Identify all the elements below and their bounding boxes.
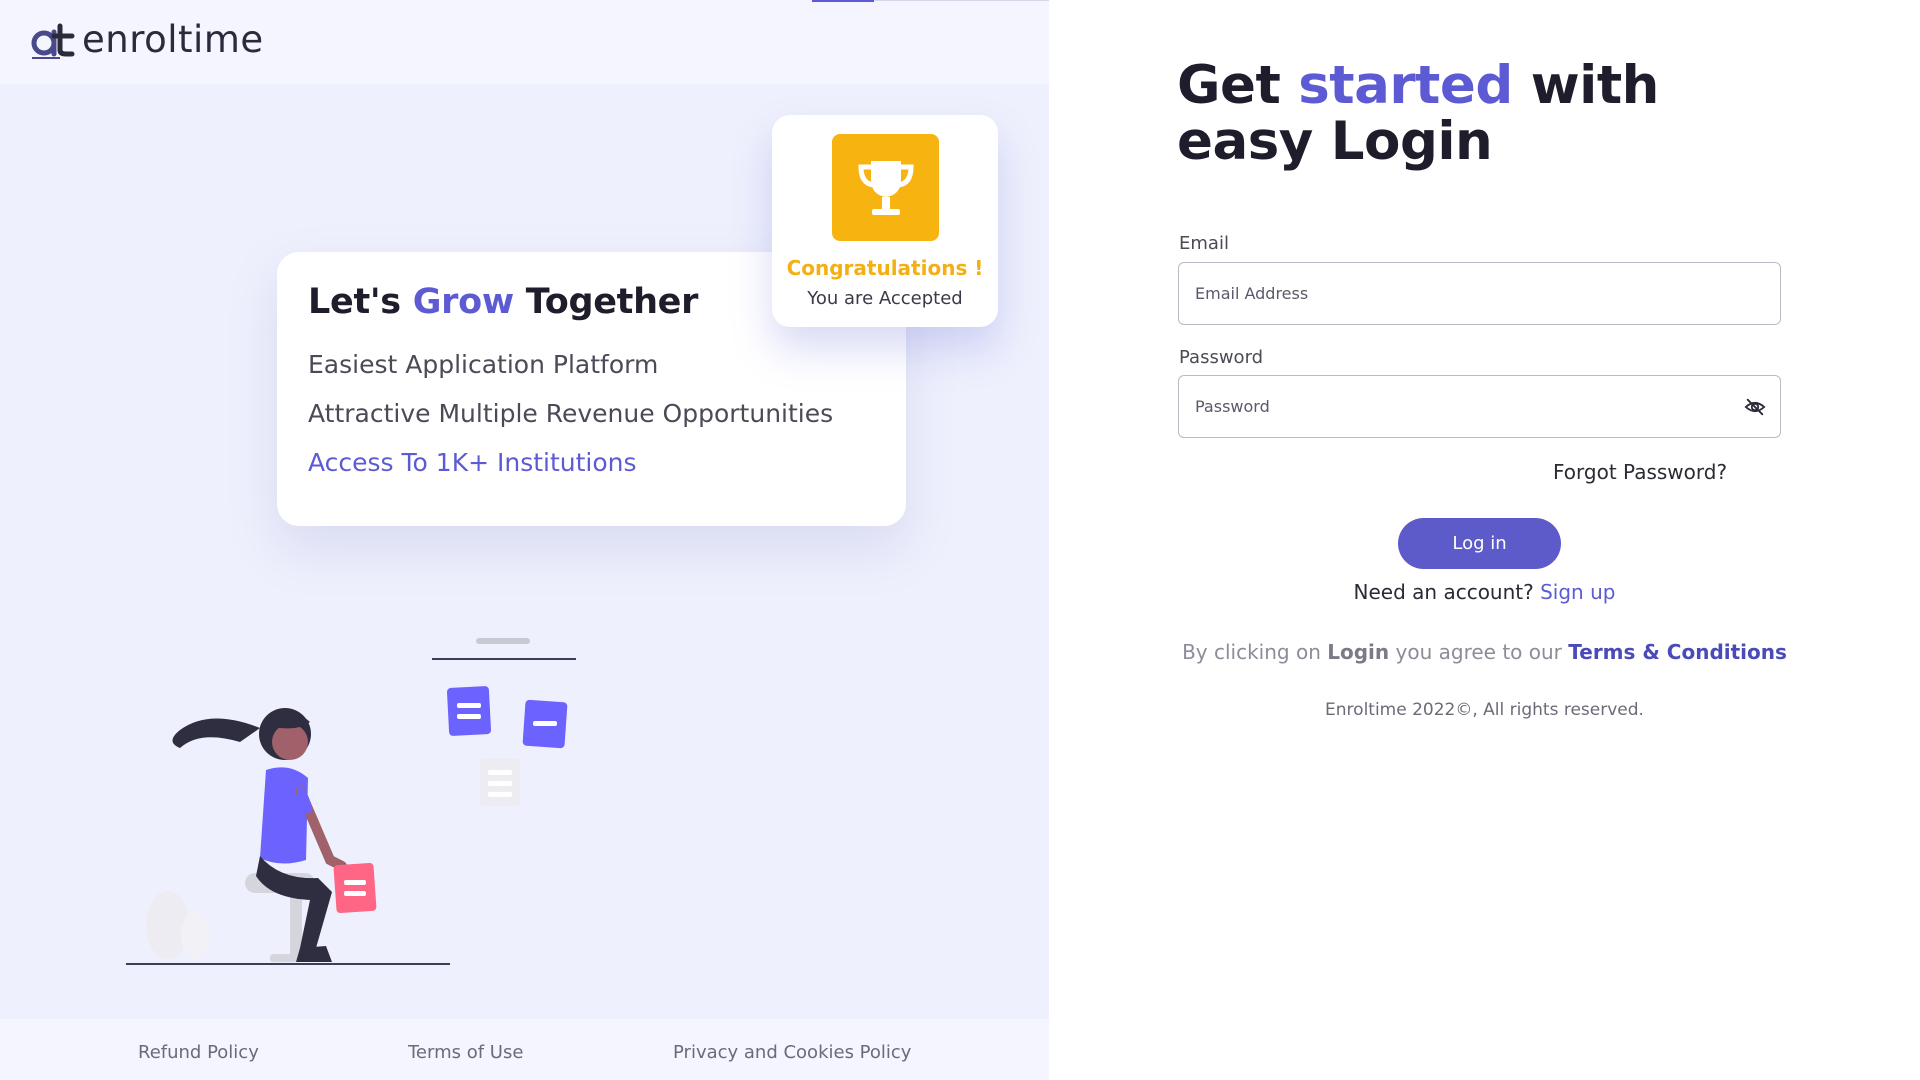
brand-name: enroltime [82, 18, 264, 61]
congrats-title: Congratulations ! [786, 256, 984, 280]
privacy-policy-link[interactable]: Privacy and Cookies Policy [673, 1042, 911, 1063]
feature-item-highlight: Access To 1K+ Institutions [308, 448, 637, 477]
email-label: Email [1179, 233, 1229, 254]
trophy-badge [832, 134, 939, 241]
login-button[interactable]: Log in [1398, 518, 1561, 569]
trophy-icon [857, 160, 914, 215]
woman-sorting-documents-illustration [126, 638, 576, 965]
top-divider-accent [812, 0, 874, 2]
email-field-box [1178, 262, 1781, 325]
terms-conditions-link[interactable]: Terms & Conditions [1568, 640, 1787, 664]
congratulations-card: Congratulations ! You are Accepted [772, 115, 998, 327]
password-input[interactable] [1195, 376, 1735, 437]
enroltime-logo-icon [31, 23, 75, 59]
password-label: Password [1179, 347, 1264, 368]
forgot-password-link[interactable]: Forgot Password? [1553, 460, 1727, 484]
promo-panel: enroltime Let's Grow Together Easiest Ap… [0, 0, 1049, 1080]
sign-up-link[interactable]: Sign up [1540, 580, 1615, 604]
login-heading: Get started with easy Login [1177, 55, 1659, 172]
feature-item: Attractive Multiple Revenue Opportunitie… [308, 399, 834, 428]
terms-of-use-link[interactable]: Terms of Use [408, 1042, 523, 1063]
email-input[interactable] [1195, 263, 1735, 324]
password-field-box [1178, 375, 1781, 438]
brand-logo[interactable]: enroltime [30, 18, 264, 61]
congrats-subtitle: You are Accepted [807, 288, 963, 309]
top-bar: enroltime [0, 0, 1049, 84]
eye-off-icon[interactable] [1744, 396, 1766, 418]
feature-item: Easiest Application Platform [308, 350, 659, 379]
refund-policy-link[interactable]: Refund Policy [138, 1042, 259, 1063]
